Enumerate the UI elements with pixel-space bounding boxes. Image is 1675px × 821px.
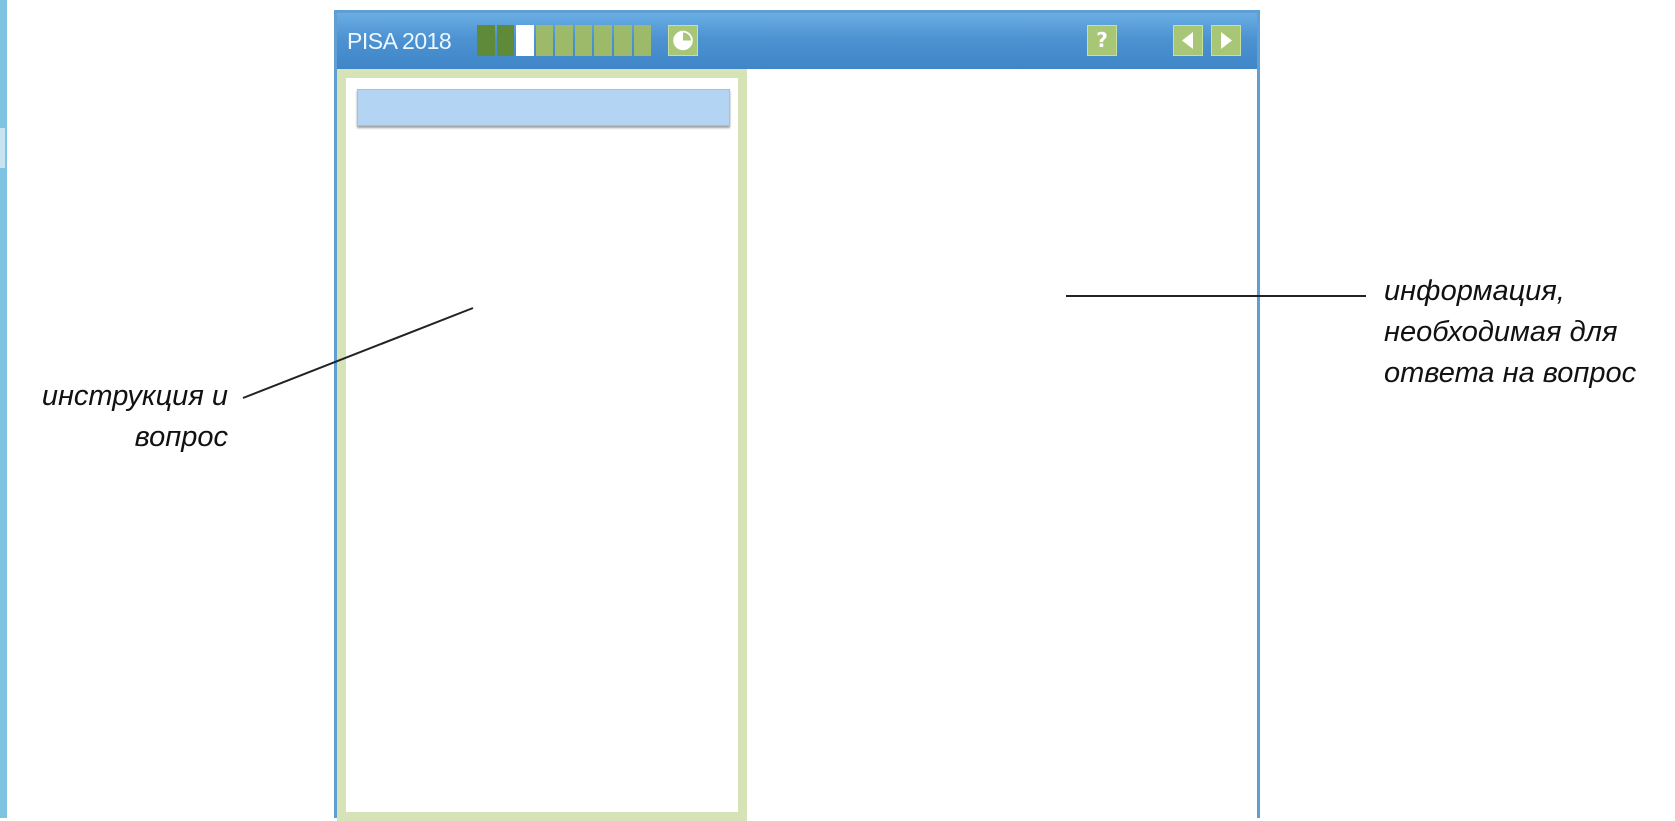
progress-segment [594,25,612,56]
information-pane [747,69,1257,821]
left-edge-notch [0,128,5,168]
arrow-left-icon [1182,32,1193,49]
progress-segment [633,25,652,56]
window-titlebar: PISA 2018 ? [337,13,1257,69]
callout-left-line1: инструкция и [41,380,228,412]
previous-button[interactable] [1173,25,1203,56]
next-button[interactable] [1211,25,1241,56]
progress-segment [496,25,515,56]
callout-instruction-question: инструкция и вопрос [10,376,228,458]
timer-icon [673,30,693,51]
help-icon: ? [1096,28,1108,52]
timer-button[interactable] [668,25,698,56]
progress-segment [516,25,534,56]
progress-segment [477,25,495,56]
question-header-bar [357,89,730,126]
progress-segment [613,25,632,56]
progress-bar [477,25,652,56]
callout-right-line2: необходимая для [1384,316,1618,348]
callout-right-line1: информация, [1384,275,1565,307]
progress-segment [535,25,554,56]
app-title: PISA 2018 [347,28,452,54]
progress-segment [555,25,573,56]
pisa-test-window: PISA 2018 ? [334,10,1260,821]
help-button[interactable]: ? [1087,25,1117,56]
instruction-question-pane [337,69,747,821]
callout-left-line2: вопрос [134,421,228,453]
arrow-right-icon [1221,32,1232,49]
callout-information: информация, необходимая для ответа на во… [1384,271,1670,394]
progress-segment [574,25,593,56]
callout-right-line3: ответа на вопрос [1384,357,1637,389]
left-edge-strip [0,0,7,818]
